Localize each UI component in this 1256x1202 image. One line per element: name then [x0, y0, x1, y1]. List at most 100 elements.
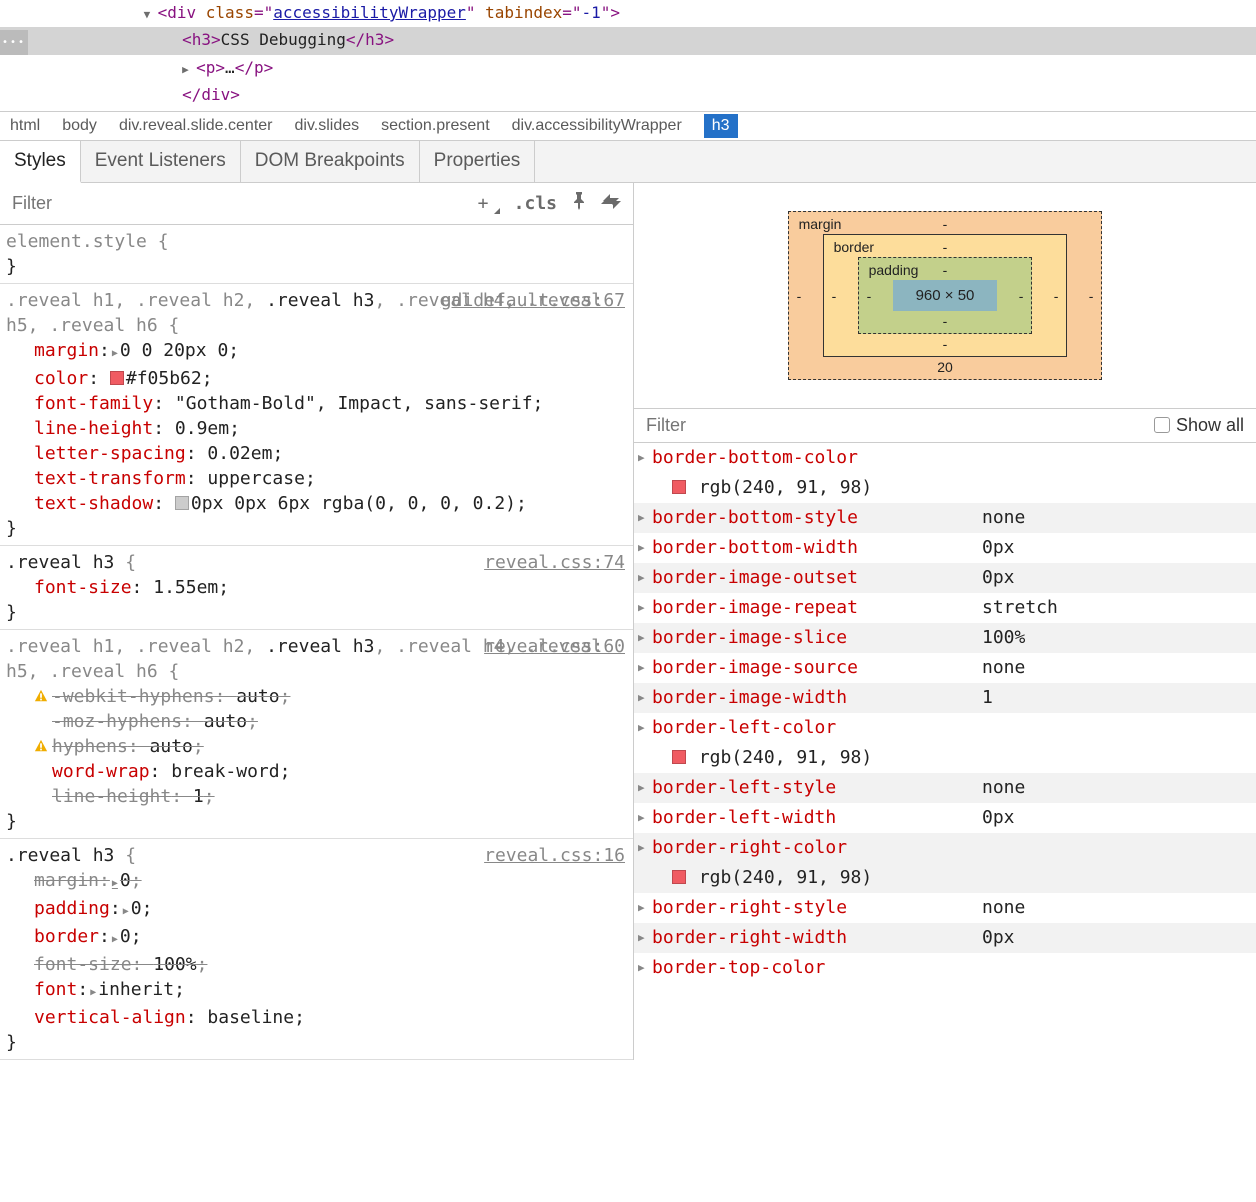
margin-top[interactable]: -: [943, 216, 948, 232]
css-declaration[interactable]: line-height: 0.9em;: [34, 416, 625, 441]
computed-property[interactable]: ▶border-left-color: [634, 713, 1256, 743]
css-declaration[interactable]: font-family: "Gotham-Bold", Impact, sans…: [34, 391, 625, 416]
dom-tree[interactable]: ▼<div class="accessibilityWrapper" tabin…: [0, 0, 1256, 111]
toggle-classes-button[interactable]: .cls: [514, 193, 557, 214]
border-top[interactable]: -: [943, 239, 948, 255]
computed-property[interactable]: ▶border-image-sourcenone: [634, 653, 1256, 683]
expand-icon[interactable]: ▶: [638, 655, 652, 681]
padding-left[interactable]: -: [867, 288, 872, 304]
computed-property[interactable]: ▶border-right-stylenone: [634, 893, 1256, 923]
source-link[interactable]: gdidefault.css:67: [441, 288, 625, 313]
computed-property[interactable]: ▶border-left-stylenone: [634, 773, 1256, 803]
computed-property[interactable]: ▶border-image-outset0px: [634, 563, 1256, 593]
expand-shorthand-icon[interactable]: ▶: [112, 348, 118, 359]
source-link[interactable]: reveal.css:60: [484, 634, 625, 659]
color-swatch[interactable]: [110, 371, 124, 385]
css-declaration[interactable]: hyphens: auto;: [34, 734, 625, 759]
expand-icon[interactable]: ▶: [638, 835, 652, 861]
expand-icon[interactable]: ▶: [638, 925, 652, 951]
breadcrumb-item[interactable]: div.slides: [295, 117, 360, 135]
css-declaration[interactable]: -moz-hyphens: auto;: [34, 709, 625, 734]
expand-icon[interactable]: ▶: [638, 445, 652, 471]
expand-icon[interactable]: ▶: [638, 715, 652, 741]
new-style-rule-button[interactable]: +: [478, 193, 500, 214]
content-size[interactable]: 960 × 50: [893, 280, 998, 311]
tab-event-listeners[interactable]: Event Listeners: [81, 141, 241, 182]
dom-node-close-div[interactable]: </div>: [0, 82, 1256, 107]
computed-property[interactable]: ▶border-bottom-color: [634, 443, 1256, 473]
border-right[interactable]: -: [1054, 288, 1059, 304]
selector[interactable]: element.style {: [6, 229, 625, 254]
dom-node-div[interactable]: ▼<div class="accessibilityWrapper" tabin…: [0, 0, 1256, 27]
dom-node-p[interactable]: ▶<p>…</p>: [0, 55, 1256, 82]
computed-filter-input[interactable]: [646, 415, 1154, 436]
css-declaration[interactable]: font:▶inherit;: [34, 977, 625, 1005]
expand-shorthand-icon[interactable]: ▶: [112, 934, 118, 945]
color-swatch[interactable]: [672, 480, 686, 494]
expand-icon[interactable]: ▶: [638, 625, 652, 651]
element-state-icon[interactable]: [601, 193, 621, 214]
computed-property[interactable]: ▶border-image-width1: [634, 683, 1256, 713]
computed-property[interactable]: ▶border-image-slice100%: [634, 623, 1256, 653]
computed-property[interactable]: ▶border-bottom-width0px: [634, 533, 1256, 563]
color-swatch[interactable]: [175, 496, 189, 510]
computed-property[interactable]: ▶border-right-width0px: [634, 923, 1256, 953]
expand-shorthand-icon[interactable]: ▶: [123, 906, 129, 917]
computed-property[interactable]: ▶border-image-repeatstretch: [634, 593, 1256, 623]
css-declaration[interactable]: text-transform: uppercase;: [34, 466, 625, 491]
breadcrumb-item[interactable]: html: [10, 117, 40, 135]
computed-property[interactable]: ▶border-left-width0px: [634, 803, 1256, 833]
color-swatch[interactable]: [672, 870, 686, 884]
border-bottom[interactable]: -: [943, 336, 948, 352]
computed-property[interactable]: ▶border-bottom-stylenone: [634, 503, 1256, 533]
css-declaration[interactable]: line-height: 1;: [34, 784, 625, 809]
css-declaration[interactable]: word-wrap: break-word;: [34, 759, 625, 784]
css-declaration[interactable]: padding:▶0;: [34, 896, 625, 924]
expand-icon[interactable]: ▶: [638, 595, 652, 621]
box-model[interactable]: margin - - 20 - border - - - - padding -: [634, 183, 1256, 409]
expand-icon[interactable]: ▶: [638, 505, 652, 531]
expand-shorthand-icon[interactable]: ▶: [90, 987, 96, 998]
breadcrumb-item[interactable]: div.reveal.slide.center: [119, 117, 273, 135]
source-link[interactable]: reveal.css:74: [484, 550, 625, 575]
style-rule[interactable]: reveal.css:74.reveal h3 {font-size: 1.55…: [0, 546, 633, 630]
tab-dom-breakpoints[interactable]: DOM Breakpoints: [241, 141, 420, 182]
css-declaration[interactable]: font-size: 100%;: [34, 952, 625, 977]
css-declaration[interactable]: -webkit-hyphens: auto;: [34, 684, 625, 709]
expand-icon[interactable]: ▼: [144, 2, 158, 27]
computed-property[interactable]: ▶border-top-color: [634, 953, 1256, 983]
css-declaration[interactable]: border:▶0;: [34, 924, 625, 952]
expand-icon[interactable]: ▶: [638, 535, 652, 561]
margin-bottom[interactable]: 20: [937, 359, 953, 375]
expand-icon[interactable]: ▶: [638, 775, 652, 801]
style-rule[interactable]: reveal.css:60.reveal h1, .reveal h2, .re…: [0, 630, 633, 839]
expand-icon[interactable]: ▶: [638, 685, 652, 711]
expand-icon[interactable]: ▶: [638, 955, 652, 981]
padding-bottom[interactable]: -: [943, 313, 948, 329]
source-link[interactable]: reveal.css:16: [484, 843, 625, 868]
css-declaration[interactable]: margin:▶0 0 20px 0;: [34, 338, 625, 366]
padding-right[interactable]: -: [1019, 288, 1024, 304]
css-declaration[interactable]: color: #f05b62;: [34, 366, 625, 391]
padding-top[interactable]: -: [943, 262, 948, 278]
expand-icon[interactable]: ▶: [638, 805, 652, 831]
breadcrumb-item[interactable]: section.present: [381, 117, 490, 135]
expand-icon[interactable]: ▶: [182, 57, 196, 82]
styles-filter-input[interactable]: [12, 193, 464, 214]
expand-icon[interactable]: ▶: [638, 565, 652, 591]
expand-shorthand-icon[interactable]: ▶: [112, 878, 118, 889]
breadcrumb-item[interactable]: h3: [704, 114, 738, 138]
css-declaration[interactable]: vertical-align: baseline;: [34, 1005, 625, 1030]
expand-icon[interactable]: ▶: [638, 895, 652, 921]
pin-icon[interactable]: [571, 192, 587, 215]
margin-left[interactable]: -: [797, 288, 802, 304]
breadcrumb-item[interactable]: body: [62, 117, 97, 135]
show-all-checkbox[interactable]: Show all: [1154, 415, 1244, 436]
style-rule[interactable]: reveal.css:16.reveal h3 {margin:▶0;paddi…: [0, 839, 633, 1060]
css-declaration[interactable]: letter-spacing: 0.02em;: [34, 441, 625, 466]
css-declaration[interactable]: margin:▶0;: [34, 868, 625, 896]
tab-styles[interactable]: Styles: [0, 141, 81, 183]
css-declaration[interactable]: font-size: 1.55em;: [34, 575, 625, 600]
tab-properties[interactable]: Properties: [420, 141, 536, 182]
dom-node-h3-selected[interactable]: ••• <h3>CSS Debugging</h3>: [0, 27, 1256, 55]
